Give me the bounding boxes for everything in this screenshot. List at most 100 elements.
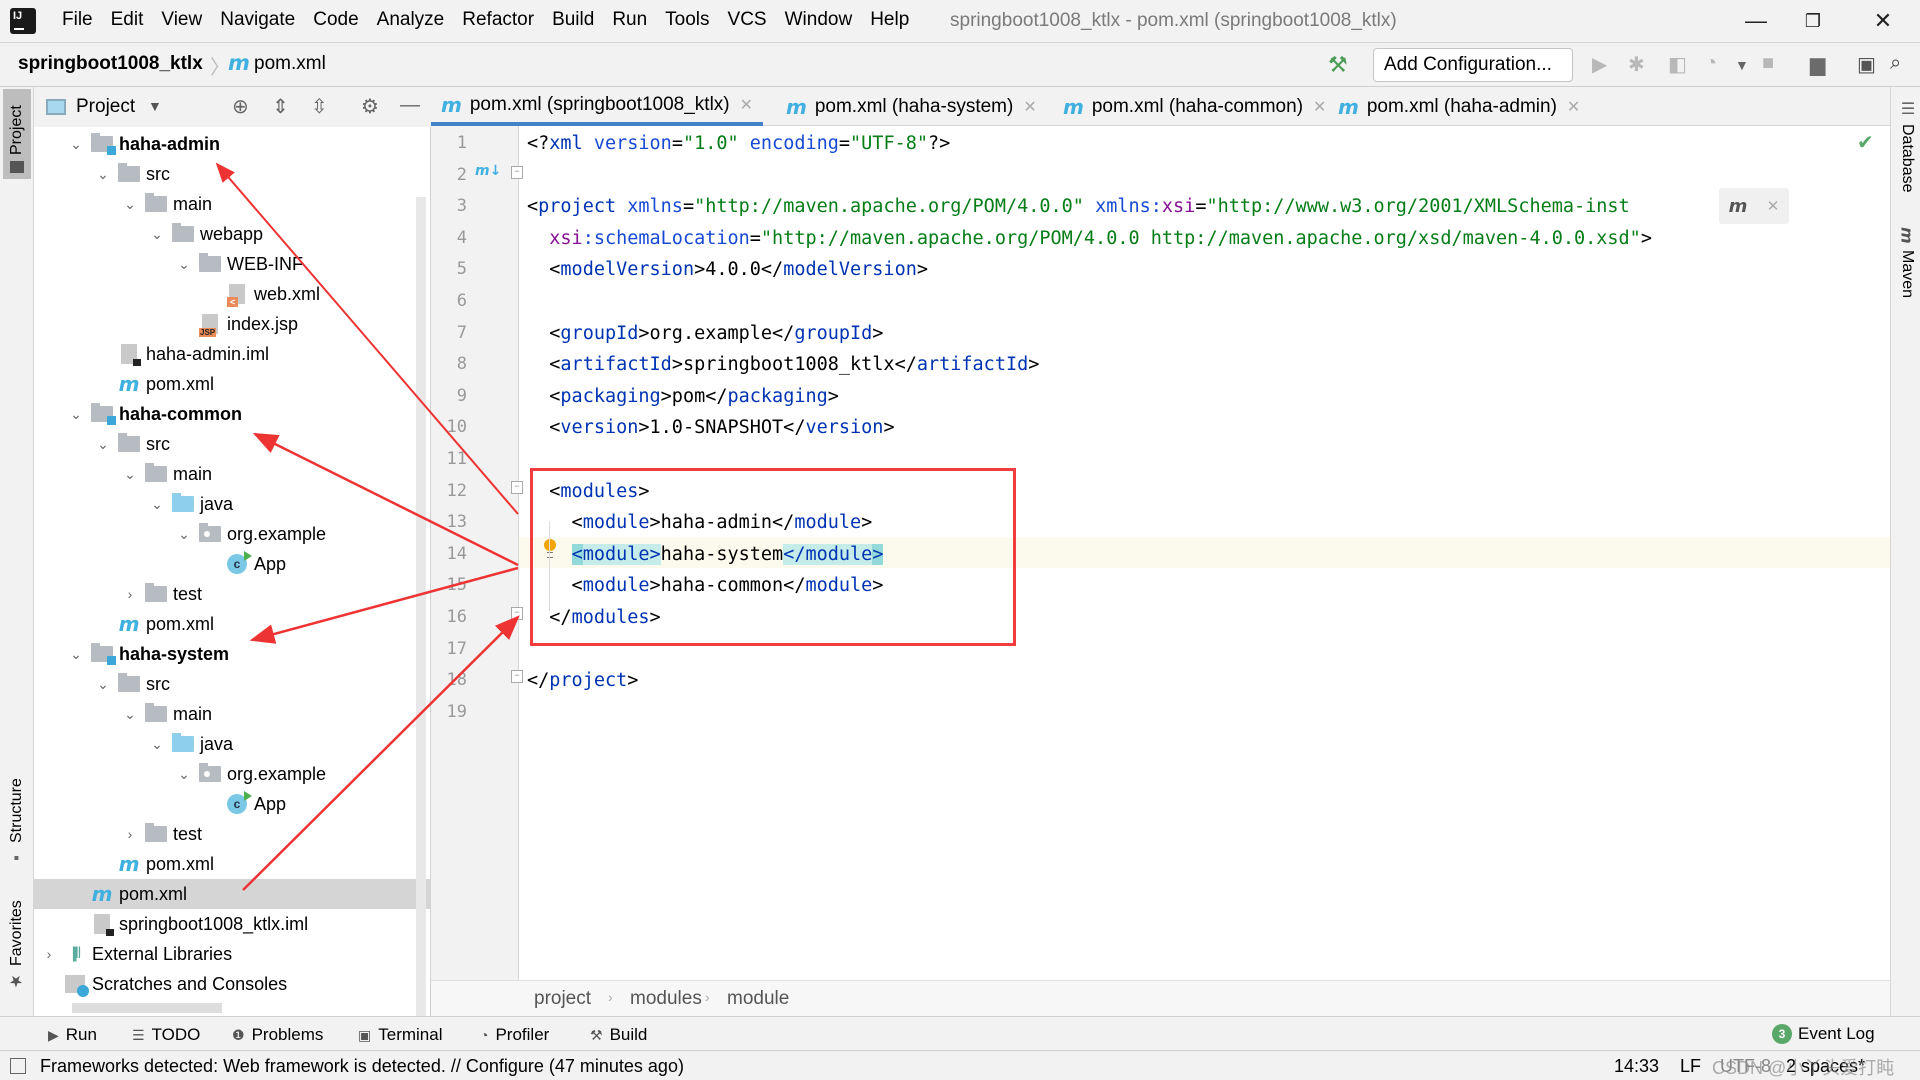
inspection-ok-icon[interactable]: ✔ bbox=[1857, 130, 1874, 155]
status-message[interactable]: Frameworks detected: Web framework is de… bbox=[40, 1056, 684, 1077]
menu-item-refactor[interactable]: Refactor bbox=[453, 9, 543, 31]
menu-item-build[interactable]: Build bbox=[543, 9, 603, 31]
fold-marker-icon[interactable]: − bbox=[511, 670, 523, 683]
debug-icon[interactable]: ✱ bbox=[1628, 52, 1645, 77]
tree-item[interactable]: ⌄ WEB-INF bbox=[34, 249, 431, 279]
close-tab-icon[interactable]: ✕ bbox=[740, 95, 753, 115]
favorites-tool-tab[interactable]: ★ Favorites bbox=[3, 897, 31, 997]
chevron-down-icon[interactable]: ⌄ bbox=[123, 706, 137, 723]
tree-item[interactable]: ⌄ src bbox=[34, 669, 431, 699]
project-structure-icon[interactable]: ▆ bbox=[1810, 52, 1825, 77]
chevron-down-icon[interactable]: ▼ bbox=[1735, 57, 1749, 73]
menu-item-code[interactable]: Code bbox=[304, 9, 367, 31]
tree-item[interactable]: ⌄ src bbox=[34, 159, 431, 189]
editor-tab[interactable]: m pom.xml (haha-system) ✕ bbox=[776, 87, 1047, 126]
profiler-tool-button[interactable]: ◔ Profiler bbox=[480, 1025, 549, 1045]
menu-item-file[interactable]: File bbox=[53, 9, 102, 31]
tree-item[interactable]: ⌄ src bbox=[34, 429, 431, 459]
close-tab-icon[interactable]: ✕ bbox=[1313, 97, 1326, 117]
notification-icon[interactable] bbox=[10, 1058, 26, 1074]
search-icon[interactable]: ⌕ bbox=[1890, 52, 1901, 75]
project-tool-tab[interactable]: Project bbox=[3, 89, 31, 179]
editor-tab[interactable]: m pom.xml (springboot1008_ktlx) ✕ bbox=[431, 87, 764, 126]
chevron-down-icon[interactable]: ⌄ bbox=[150, 736, 164, 753]
tree-item[interactable]: ⌄ main bbox=[34, 189, 431, 219]
tree-item[interactable]: c App bbox=[34, 789, 431, 819]
tree-item[interactable]: ⌄ org.example bbox=[34, 519, 431, 549]
editor-tab[interactable]: m pom.xml (haha-admin) ✕ bbox=[1328, 87, 1590, 126]
run-icon[interactable]: ▶ bbox=[1592, 52, 1607, 77]
menu-item-vcs[interactable]: VCS bbox=[719, 9, 776, 31]
menu-item-navigate[interactable]: Navigate bbox=[211, 9, 304, 31]
tree-item[interactable]: › test bbox=[34, 819, 431, 849]
minimize-button[interactable]: — bbox=[1728, 4, 1784, 38]
database-tool-tab[interactable]: ☰ Database bbox=[1894, 99, 1920, 193]
chevron-down-icon[interactable]: ⌄ bbox=[123, 466, 137, 483]
hide-panel-icon[interactable]: — bbox=[400, 94, 420, 117]
tree-item[interactable]: c App bbox=[34, 549, 431, 579]
chevron-down-icon[interactable]: ▼ bbox=[148, 98, 162, 114]
chevron-right-icon[interactable]: › bbox=[123, 826, 137, 842]
maven-gutter-icon[interactable]: m↓ bbox=[475, 163, 501, 179]
close-window-button[interactable]: ✕ bbox=[1855, 4, 1911, 38]
todo-tool-button[interactable]: ☰ TODO bbox=[132, 1025, 200, 1045]
build-hammer-icon[interactable]: ⚒ bbox=[1328, 52, 1348, 78]
chevron-down-icon[interactable]: ⌄ bbox=[150, 226, 164, 243]
restore-button[interactable]: ❐ bbox=[1785, 4, 1841, 38]
fold-marker-icon[interactable]: − bbox=[511, 607, 523, 620]
chevron-down-icon[interactable]: ⌄ bbox=[177, 526, 191, 543]
add-configuration-button[interactable]: Add Configuration... bbox=[1373, 48, 1573, 82]
chevron-down-icon[interactable]: ⌄ bbox=[96, 166, 110, 183]
profile-icon[interactable]: ◔ bbox=[1705, 52, 1717, 75]
tree-vertical-scrollbar[interactable] bbox=[416, 197, 426, 1017]
editor-tab[interactable]: m pom.xml (haha-common) ✕ bbox=[1053, 87, 1336, 126]
tree-item[interactable]: ⌄ org.example bbox=[34, 759, 431, 789]
maven-reload-icon[interactable]: m bbox=[1729, 196, 1748, 217]
stop-icon[interactable]: ■ bbox=[1762, 52, 1774, 75]
tree-item[interactable]: m pom.xml bbox=[34, 609, 431, 639]
caret-position[interactable]: 14:33 bbox=[1614, 1056, 1659, 1077]
breadcrumb-modules[interactable]: modules bbox=[630, 988, 702, 1010]
tree-item[interactable]: ⌄ main bbox=[34, 459, 431, 489]
menu-item-window[interactable]: Window bbox=[776, 9, 862, 31]
tree-item[interactable]: › test bbox=[34, 579, 431, 609]
project-view-selector[interactable]: Project bbox=[76, 96, 135, 118]
fold-marker-icon[interactable]: − bbox=[511, 166, 523, 179]
menu-item-help[interactable]: Help bbox=[861, 9, 918, 31]
chevron-down-icon[interactable]: ⌄ bbox=[96, 436, 110, 453]
menu-item-edit[interactable]: Edit bbox=[102, 9, 153, 31]
chevron-down-icon[interactable]: ⌄ bbox=[177, 766, 191, 783]
close-icon[interactable]: ✕ bbox=[1767, 197, 1780, 215]
tree-item[interactable]: ⌄ haha-system bbox=[34, 639, 431, 669]
tree-item[interactable]: ⌄ webapp bbox=[34, 219, 431, 249]
chevron-down-icon[interactable]: ⌄ bbox=[69, 646, 83, 663]
maven-tool-tab[interactable]: m Maven bbox=[1894, 227, 1920, 298]
build-tool-button[interactable]: ⚒ Build bbox=[590, 1025, 647, 1045]
tree-item[interactable]: ⌄ java bbox=[34, 489, 431, 519]
tree-item[interactable]: ⌄ haha-admin bbox=[34, 129, 431, 159]
tree-item[interactable]: › |||‖ External Libraries bbox=[34, 939, 431, 969]
expand-all-icon[interactable]: ⇕ bbox=[272, 94, 289, 119]
tree-item[interactable]: haha-admin.iml bbox=[34, 339, 431, 369]
chevron-right-icon[interactable]: › bbox=[123, 586, 137, 602]
event-log-button[interactable]: 3 Event Log bbox=[1772, 1024, 1875, 1044]
tree-item[interactable]: ⌄ java bbox=[34, 729, 431, 759]
tree-item[interactable]: m pom.xml bbox=[34, 879, 431, 909]
terminal-tool-button[interactable]: ▣ Terminal bbox=[358, 1025, 442, 1045]
collapse-all-icon[interactable]: ⇳ bbox=[311, 94, 328, 119]
chevron-down-icon[interactable]: ⌄ bbox=[177, 256, 191, 273]
menu-item-run[interactable]: Run bbox=[603, 9, 656, 31]
chevron-down-icon[interactable]: ⌄ bbox=[69, 136, 83, 153]
nav-crumb-file[interactable]: pom.xml bbox=[254, 53, 326, 75]
menu-item-tools[interactable]: Tools bbox=[656, 9, 718, 31]
gear-icon[interactable]: ⚙ bbox=[361, 94, 379, 119]
close-tab-icon[interactable]: ✕ bbox=[1567, 97, 1580, 117]
tree-item[interactable]: web.xml bbox=[34, 279, 431, 309]
chevron-down-icon[interactable]: ⌄ bbox=[96, 676, 110, 693]
tree-item[interactable]: springboot1008_ktlx.iml bbox=[34, 909, 431, 939]
run-tool-button[interactable]: ▶ Run bbox=[48, 1025, 97, 1045]
structure-tool-tab[interactable]: ▪ Structure bbox=[3, 772, 31, 872]
tree-item[interactable]: m pom.xml bbox=[34, 849, 431, 879]
run-anything-icon[interactable]: ▣ bbox=[1857, 52, 1876, 77]
menu-item-view[interactable]: View bbox=[152, 9, 211, 31]
